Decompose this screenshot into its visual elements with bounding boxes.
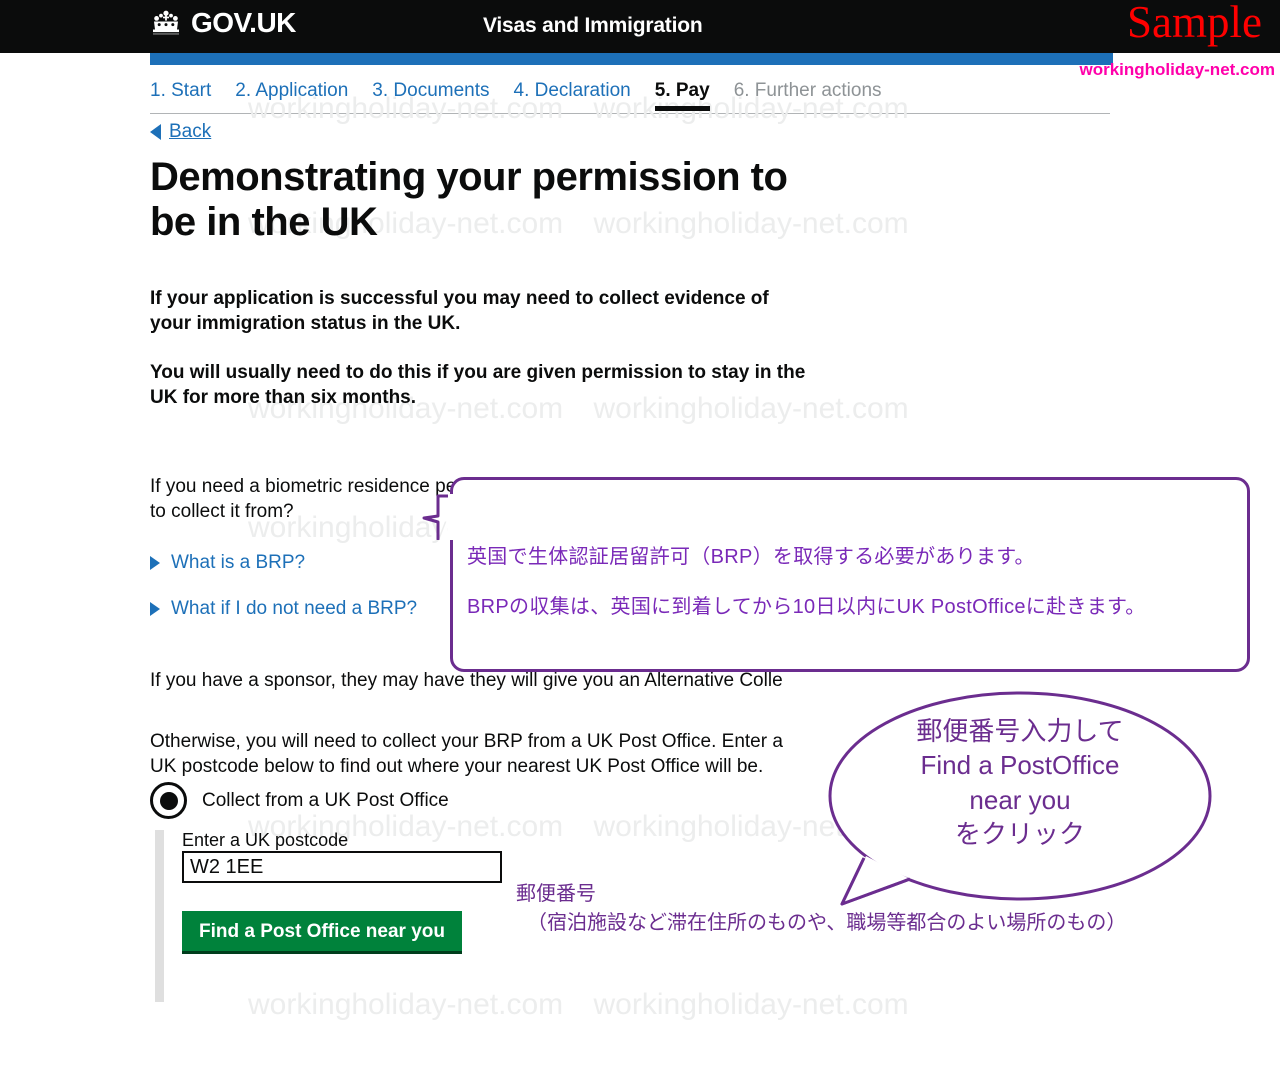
site-watermark: workingholiday-net.com [1079, 60, 1275, 79]
speech-bubble-shape [828, 691, 1212, 906]
lead-paragraph-2: You will usually need to do this if you … [150, 361, 806, 408]
step-application[interactable]: 2. Application [235, 80, 348, 106]
step-pay[interactable]: 5. Pay [654, 80, 710, 111]
find-post-office-button[interactable]: Find a Post Office near you [182, 911, 462, 954]
triangle-right-icon [150, 602, 160, 617]
brand-color-bar [150, 53, 1113, 65]
triangle-left-icon [150, 124, 161, 140]
annotation-callout-box: 英国で生体認証居留許可（BRP）を取得する必要があります。 BRPの収集は、英国… [450, 477, 1250, 672]
annotation-callout-line-1: 英国で生体認証居留許可（BRP）を取得する必要があります。 [467, 546, 1035, 568]
site-header: GOV.UK Visas and Immigration [0, 0, 1280, 53]
postcode-input[interactable] [182, 851, 502, 883]
step-start[interactable]: 1. Start [150, 80, 211, 106]
page-title: Demonstrating your permission to be in t… [150, 155, 788, 244]
otherwise-paragraph: Otherwise, you will need to collect your… [150, 731, 783, 778]
sample-watermark: Sample [1127, 0, 1262, 47]
step-declaration[interactable]: 4. Declaration [514, 80, 631, 106]
page-root: workingholiday-net.com workingholiday-ne… [0, 0, 1280, 1070]
disclosure-label: What is a BRP? [171, 552, 306, 574]
radio-option-post-office[interactable]: Collect from a UK Post Office [150, 782, 449, 819]
back-link[interactable]: Back [150, 121, 211, 143]
lead-paragraph-1: If your application is successful you ma… [150, 287, 769, 334]
govuk-brand-text: GOV.UK [191, 7, 296, 38]
radio-selected-dot [159, 791, 178, 810]
disclosure-label: What if I do not need a BRP? [171, 598, 418, 620]
postcode-label: Enter a UK postcode [182, 830, 349, 850]
annotation-postcode-note-line-1: 郵便番号 [516, 883, 596, 905]
main-content: Demonstrating your permission to be in t… [150, 155, 850, 779]
annotation-speech-bubble: 郵便番号入力して Find a PostOffice near you をクリッ… [820, 688, 1240, 913]
back-link-label: Back [169, 121, 212, 142]
annotation-postcode-note-line-2: （宿泊施設など滞在住所のものや、職場等都合のよい場所のもの） [527, 912, 1127, 934]
triangle-right-icon [150, 556, 160, 571]
step-further-actions: 6. Further actions [733, 80, 882, 101]
service-name: Visas and Immigration [483, 14, 703, 37]
radio-button-icon[interactable] [150, 782, 187, 819]
annotation-callout-tail [422, 494, 456, 540]
watermark-text: workingholiday-net.com [593, 988, 909, 1021]
radio-option-label: Collect from a UK Post Office [202, 789, 449, 811]
annotation-callout-line-2: BRPの収集は、英国に到着してから10日以内にUK PostOfficeに赴きま… [467, 596, 1146, 618]
nav-divider [150, 113, 1110, 114]
govuk-logo[interactable]: GOV.UK [150, 9, 296, 37]
step-documents[interactable]: 3. Documents [372, 80, 489, 106]
postcode-form: Enter a UK postcode Find a Post Office n… [155, 830, 502, 1002]
crown-icon [150, 10, 182, 36]
collection-options: Collect from a UK Post Office [150, 782, 449, 819]
progress-steps: 1. Start 2. Application 3. Documents 4. … [150, 80, 882, 111]
